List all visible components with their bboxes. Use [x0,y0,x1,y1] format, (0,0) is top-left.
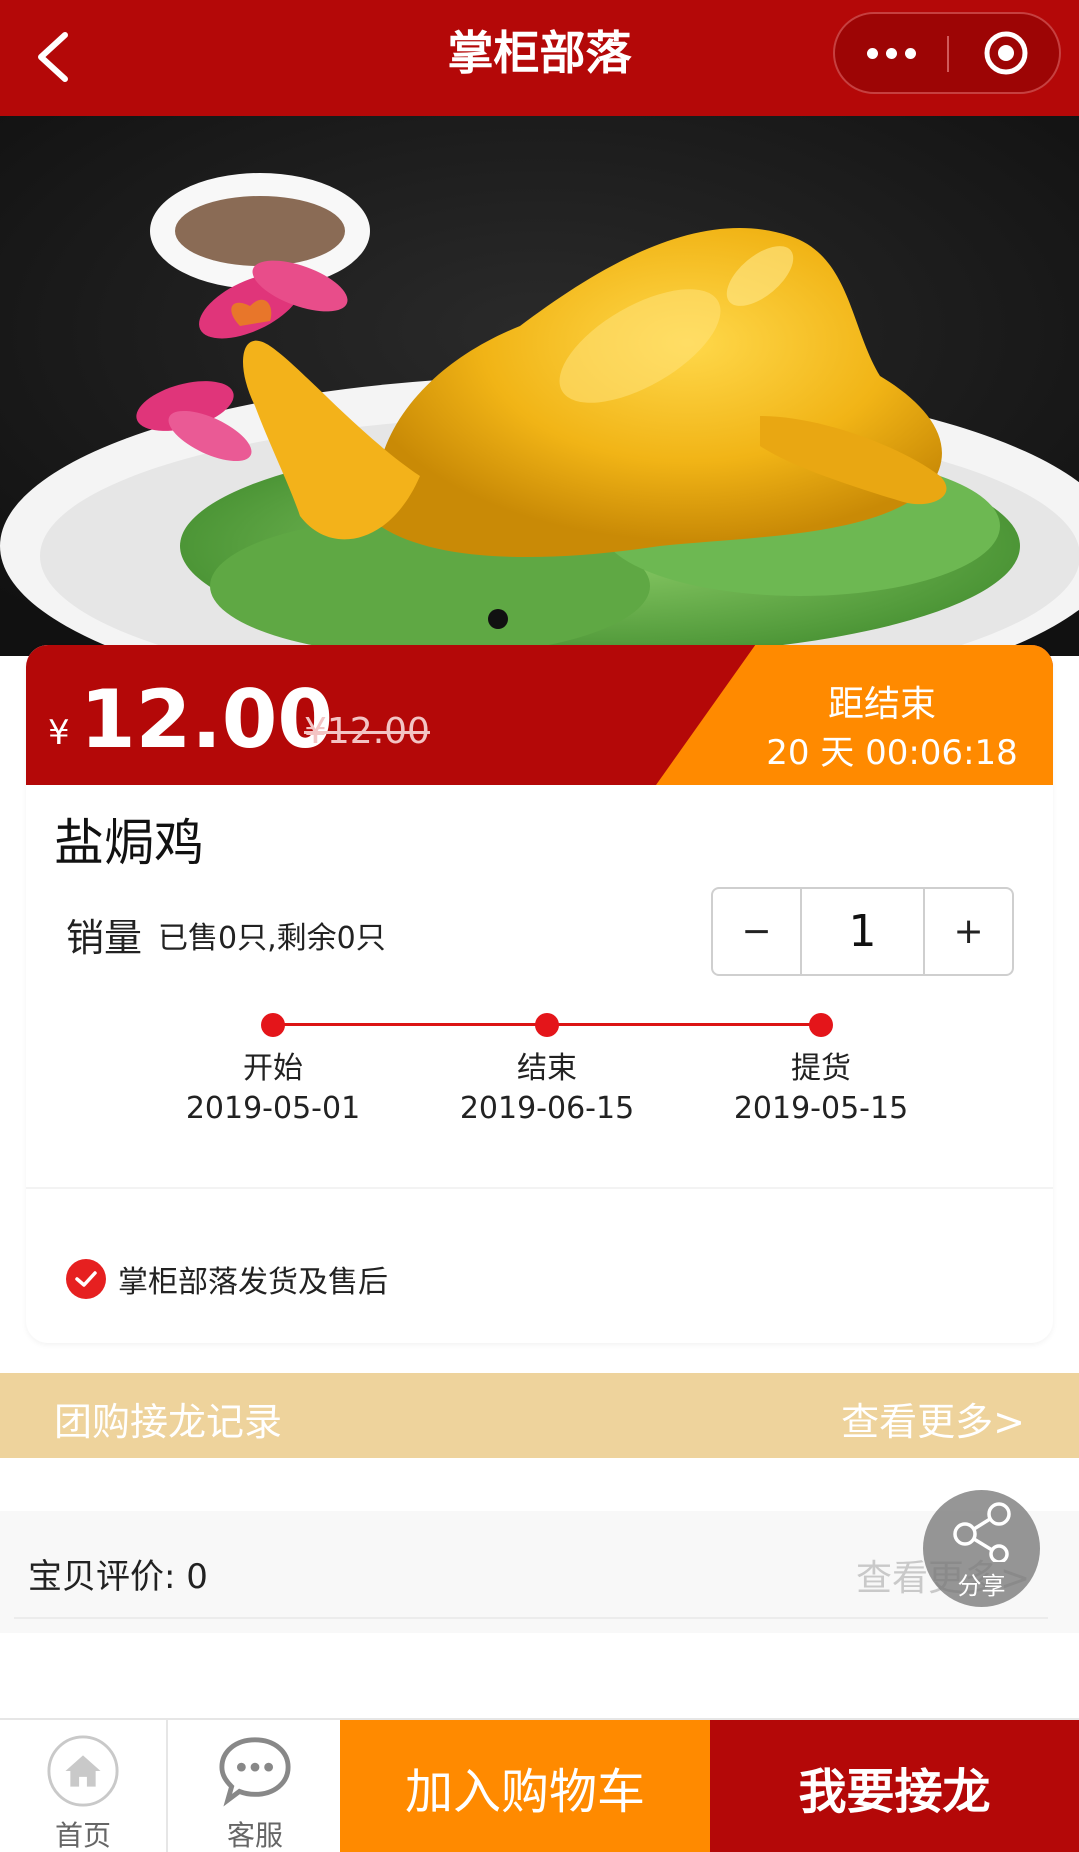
share-button[interactable]: 分享 [923,1490,1040,1607]
home-tab-label: 首页 [54,1819,111,1852]
product-card: ¥ 12.00 ¥12.00 距结束 20 天 00:06:18 盐焗鸡 销量 … [26,645,1053,1343]
target-circle-icon [984,31,1028,75]
review-section: 宝贝评价: 0 查看更多> [0,1511,1079,1633]
countdown-label: 距结束 [827,684,936,725]
timeline-label-pickup: 提货 [791,1051,851,1086]
divider [26,1187,1053,1189]
timeline-date-end: 2019-06-15 [459,1091,635,1126]
more-dots-icon [866,47,878,59]
capsule-divider [947,36,949,72]
sales-label: 销量 [66,916,143,960]
timeline-node-pickup [809,1013,833,1037]
share-label: 分享 [957,1572,1006,1600]
add-to-cart-button[interactable]: 加入购物车 [340,1720,710,1852]
chat-bubble-icon [219,1737,291,1807]
sales-count: 已售0只,剩余0只 [158,921,386,956]
nav-bar: 掌柜部落 [0,0,1079,116]
countdown-timer: 20 天 00:06:18 [766,733,1018,773]
join-group-button[interactable]: 我要接龙 [710,1720,1079,1852]
home-tab[interactable]: 首页 [0,1720,168,1852]
timeline-date-pickup: 2019-05-15 [733,1091,909,1126]
increase-button[interactable]: + [925,889,1012,974]
share-icon [953,1502,1011,1562]
close-button[interactable] [967,14,1045,92]
guarantee-text: 掌柜部落发货及售后 [118,1265,388,1300]
current-price: 12.00 [80,673,334,766]
home-icon [47,1735,119,1807]
timeline-label-start: 开始 [243,1051,303,1086]
timeline-date-start: 2019-05-01 [185,1091,361,1126]
price-bar: ¥ 12.00 ¥12.00 距结束 20 天 00:06:18 [26,645,1053,785]
original-price: ¥12.00 [304,711,430,752]
customer-service-tab[interactable]: 客服 [170,1720,340,1852]
decrease-button[interactable]: − [713,889,800,974]
schedule-timeline: 开始 结束 提货 2019-05-01 2019-06-15 2019-05-1… [26,1005,1053,1126]
quantity-value[interactable]: 1 [799,889,926,974]
service-guarantee: 掌柜部落发货及售后 [66,1257,388,1301]
check-circle-icon [66,1259,106,1299]
timeline-node-end [535,1013,559,1037]
timeline-label-end: 结束 [517,1051,577,1086]
more-button[interactable] [835,14,947,92]
product-image-carousel[interactable] [0,116,1079,656]
carousel-indicator [488,609,508,629]
product-photo [0,116,1079,656]
group-buy-banner: 团购接龙记录 查看更多> [0,1373,1079,1458]
timeline-node-start [261,1013,285,1037]
product-name: 盐焗鸡 [54,814,204,872]
customer-service-label: 客服 [226,1819,283,1852]
group-buy-title: 团购接龙记录 [54,1400,283,1444]
divider [14,1617,1048,1619]
bottom-action-bar: 首页 客服 加入购物车 我要接龙 [0,1718,1079,1852]
currency-symbol: ¥ [48,713,70,753]
mini-program-capsule [833,12,1061,94]
quantity-stepper: − 1 + [711,887,1014,976]
group-buy-more-link[interactable]: 查看更多> [841,1391,1025,1446]
review-count: 宝贝评价: 0 [28,1557,208,1597]
